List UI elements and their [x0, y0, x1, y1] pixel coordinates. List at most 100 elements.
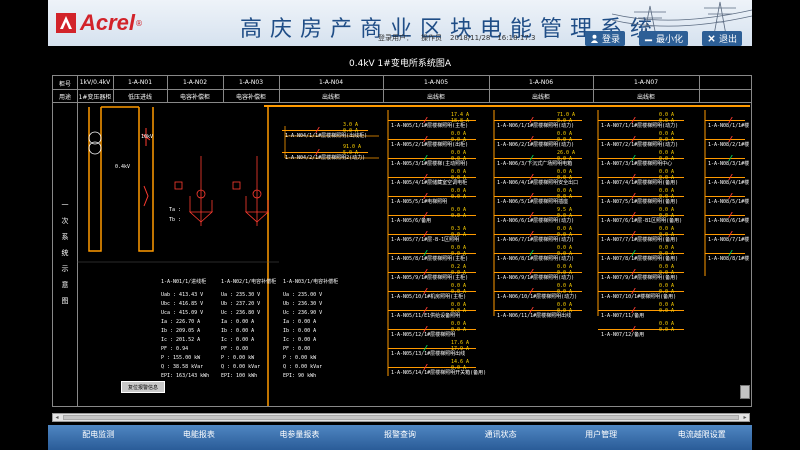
brand-name: Acrel: [80, 10, 136, 35]
reset-alarm-button[interactable]: 复位报警信息: [121, 381, 165, 393]
current-datetime: 2018/11/28 16:18:17.3: [450, 34, 536, 42]
meter-line: Ia : 226.70 A: [161, 319, 201, 325]
minimize-icon: [644, 39, 653, 42]
feeder-current-b: 0.0 A: [557, 118, 573, 124]
app-window: Acrel ® 高庆房产商业区块电能管理系统 登录用户： 操作员 2018/11/2…: [48, 0, 752, 450]
feeder-current-b: 0.0 A: [451, 156, 467, 162]
transformer-rating: 10kV: [141, 134, 154, 140]
meter-line: EPI: 163/143 kWh: [161, 373, 210, 379]
feeder-name: 1-A-N05/12/1#层楼梯照明: [391, 332, 456, 338]
meter-title: 1-A-N01/1/进线柜: [161, 279, 207, 285]
meter-line: P : 0.00 kW: [221, 355, 255, 361]
feeder-current-b: 0.0 A: [451, 365, 467, 371]
feeder-branch-line: [705, 253, 745, 254]
meter-line: Ib : 0.00 A: [221, 328, 255, 334]
feeder-branch-line: [705, 215, 745, 216]
meter-line: Ub : 236.30 V: [283, 301, 323, 307]
feeder-name: 1-A-N05/6/备用: [391, 218, 432, 224]
meter-line: Uc : 236.90 V: [283, 310, 323, 316]
feeder-current-b: 0.0 A: [659, 270, 675, 276]
meter-line: Ib : 0.00 A: [283, 328, 317, 334]
feeder-name: 1-A-N08/1/1#楼: [708, 123, 750, 129]
feeder-branch-line: [705, 120, 745, 121]
feeder-current-b: 18.8 A: [451, 118, 470, 124]
bottom-nav: 配电监测 电能报表 电参量报表 报警查询 通讯状态 用户管理 电流越限设置: [48, 425, 752, 450]
feeder-name: 1-A-N08/3/1#楼: [708, 161, 750, 167]
feeder-current-b: 0.0 A: [659, 289, 675, 295]
scroll-left-arrow-icon[interactable]: ◂: [53, 414, 61, 421]
login-button[interactable]: 登录: [584, 31, 625, 46]
feeder-name: 1-A-N07/11/备用: [601, 313, 645, 319]
meter-line: Ic : 201.52 A: [161, 337, 201, 343]
feeder-branch-line: [705, 139, 745, 140]
exit-label: 退出: [718, 35, 737, 45]
feeder-name: 1-A-N08/5/1#楼: [708, 199, 750, 205]
feeder-current-b: 0.0 A: [659, 327, 675, 333]
meter-line: EPI: 90 kWh: [283, 373, 317, 379]
capacitor-bank-n03: [232, 156, 270, 226]
side-scroll-handle[interactable]: [740, 385, 750, 399]
feeder-name: 1-A-N05/14/1#层楼梯照明开关箱(备用): [391, 370, 487, 376]
meter-capacitor-n03: 1-A-N03/1/电容补偿柜 Ua : 235.00 V Ub : 236.3…: [283, 278, 338, 381]
meter-line: Uab : 413.43 V: [161, 292, 204, 298]
feeder-branch-line: [705, 158, 745, 159]
feeder-current-b: 0.0 A: [659, 156, 675, 162]
scroll-right-arrow-icon[interactable]: ▸: [741, 414, 749, 421]
feeder-current-b: 0.0 A: [557, 156, 573, 162]
meter-line: PF : 0.94: [161, 346, 189, 352]
minimize-button[interactable]: 最小化: [638, 31, 688, 46]
brand-registered-mark: ®: [135, 18, 144, 28]
exit-button[interactable]: 退出: [701, 31, 742, 46]
single-line-diagram: 柜号 用途 1kV/0.4kV 1#变压器柜 1-A-N01 低压进线 1-A-…: [52, 75, 752, 407]
meter-line: Ic : 0.00 A: [221, 337, 255, 343]
session-status: 登录用户： 操作员 2018/11/28 16:18:17.3: [378, 33, 543, 43]
feeder-name: 1-A-N08/7/1#楼: [708, 237, 750, 243]
feeder-current-b: 0.0 A: [451, 213, 467, 219]
meter-line: Q : 38.58 kVar: [161, 364, 204, 370]
diagram-title: 0.4kV 1#变电所系统图A: [349, 59, 451, 69]
capacitor-bank-n02: [174, 156, 214, 226]
meter-line: PF : 0.00: [221, 346, 249, 352]
transformer-low-voltage: 0.4kV: [115, 164, 131, 170]
feeder-current-b: 0.0 A: [557, 308, 573, 314]
meter-line: Ia : 0.00 A: [221, 319, 255, 325]
meter-line: P : 0.00 kW: [283, 355, 317, 361]
meter-line: Ua : 235.30 V: [221, 292, 261, 298]
acrel-logo-icon: [56, 13, 76, 33]
feeder-current-b: 0.0 A: [659, 251, 675, 257]
user-name: 操作员: [421, 34, 442, 42]
nav-energy-report[interactable]: 电能报表: [149, 425, 250, 450]
meter-line: Q : 0.00 kVar: [283, 364, 323, 370]
feeder-current-b: 0.0 A: [451, 194, 467, 200]
feeder-current-b: 17.9 A: [451, 346, 470, 352]
feeder-branch-line: [705, 196, 745, 197]
window-controls: 登录 最小化 退出: [584, 31, 742, 46]
minimize-label: 最小化: [655, 35, 683, 45]
meter-line: Q : 0.00 kVar: [221, 364, 261, 370]
nav-parameter-report[interactable]: 电参量报表: [249, 425, 350, 450]
nav-comm-status[interactable]: 通讯状态: [450, 425, 551, 450]
nav-distribution-monitor[interactable]: 配电监测: [48, 425, 149, 450]
scroll-thumb[interactable]: [63, 415, 739, 420]
feeder-current-b: 0.0 A: [451, 289, 467, 295]
feeder-current-b: 0.0 A: [659, 213, 675, 219]
nav-user-management[interactable]: 用户管理: [551, 425, 652, 450]
feeder-name: 1-A-N05/7/1#层-B-1区照明: [391, 237, 460, 243]
meter-line: Ub : 237.20 V: [221, 301, 261, 307]
feeder-branch-line: [705, 234, 745, 235]
meter-line: Ubc : 416.85 V: [161, 301, 204, 307]
nav-alarm-query[interactable]: 报警查询: [350, 425, 451, 450]
feeder-branch-line: [705, 177, 745, 178]
feeder-current-b: 5.0 A: [343, 150, 359, 156]
meter-line: Ic : 0.00 A: [283, 337, 317, 343]
meter-incomer: 1-A-N01/1/进线柜 Uab : 413.43 V Ubc : 416.8…: [161, 278, 209, 381]
feeder-current-b: 0.0 A: [343, 128, 359, 134]
meter-line: Ua : 235.00 V: [283, 292, 323, 298]
feeder-current-b: 0.0 A: [557, 175, 573, 181]
nav-current-limit-settings[interactable]: 电流越限设置: [651, 425, 752, 450]
meter-line: EPI: 100 kWh: [221, 373, 258, 379]
feeder-current-b: 0.0 A: [659, 118, 675, 124]
feeder-current-b: 0.0 A: [451, 175, 467, 181]
meter-line: Uca : 415.09 V: [161, 310, 204, 316]
horizontal-scrollbar[interactable]: ◂ ▸: [52, 413, 750, 422]
